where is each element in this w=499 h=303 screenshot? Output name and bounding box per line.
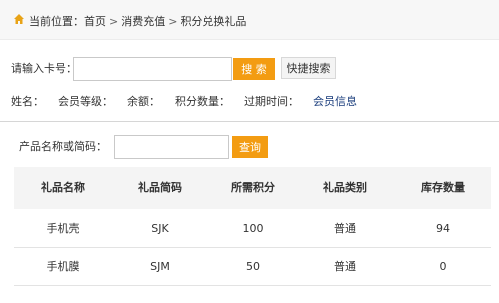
quick-search-button[interactable]: 快捷搜索 — [281, 57, 336, 79]
breadcrumb-text: 当前位置：首页 > 消费充值 > 积分兑换礼品 — [29, 13, 246, 29]
table-row[interactable]: 手机壳 SJK 100 普通 94 — [14, 210, 491, 248]
product-search-label: 产品名称或简码： — [19, 140, 107, 153]
breadcrumb: 当前位置：首页 > 消费充值 > 积分兑换礼品 — [0, 0, 499, 40]
breadcrumb-item-points-exchange: 积分兑换礼品 — [180, 15, 247, 28]
table-row[interactable]: 手机膜 SJM 50 普通 0 — [14, 248, 491, 286]
stock-cell: 94 — [436, 222, 450, 235]
gift-category-cell: 普通 — [334, 222, 356, 235]
member-info-link[interactable]: 会员信息 — [313, 93, 357, 109]
search-button[interactable]: 搜 索 — [233, 58, 275, 80]
balance-label: 余额： — [127, 95, 160, 108]
stock-cell: 0 — [439, 260, 447, 273]
gift-code-cell: SJK — [151, 222, 169, 235]
card-number-input[interactable] — [73, 57, 232, 81]
divider — [0, 121, 499, 122]
expiry-label: 过期时间： — [244, 95, 299, 108]
query-button[interactable]: 查询 — [232, 136, 268, 158]
points-label: 积分数量： — [175, 95, 230, 108]
column-header-required-points: 所需积分 — [231, 181, 275, 194]
column-header-gift-category: 礼品类别 — [323, 181, 367, 194]
gift-name-cell: 手机膜 — [46, 260, 80, 273]
breadcrumb-item-home[interactable]: 首页 — [84, 15, 106, 28]
gift-name-cell: 手机壳 — [46, 222, 80, 235]
card-search-row: 请输入卡号： 搜 索 快捷搜索 — [11, 57, 491, 81]
breadcrumb-separator: > — [168, 15, 178, 28]
required-points-cell: 50 — [246, 260, 260, 273]
column-header-gift-code: 礼品简码 — [138, 181, 182, 194]
gift-code-cell: SJM — [150, 260, 170, 273]
required-points-cell: 100 — [242, 222, 264, 235]
product-search-row: 产品名称或简码： 查询 — [19, 135, 499, 159]
home-icon[interactable] — [13, 13, 25, 25]
member-info-row: 姓名： 会员等级： 余额： 积分数量： 过期时间： 会员信息 — [11, 93, 491, 109]
name-label: 姓名： — [11, 95, 44, 108]
breadcrumb-separator: > — [109, 15, 119, 28]
member-level-label: 会员等级： — [58, 95, 113, 108]
column-header-stock: 库存数量 — [421, 181, 465, 194]
column-header-gift-name: 礼品名称 — [41, 181, 85, 194]
breadcrumb-location-label: 当前位置： — [29, 15, 84, 28]
gift-category-cell: 普通 — [334, 260, 356, 273]
card-number-label: 请输入卡号： — [11, 62, 77, 75]
product-search-input[interactable] — [114, 135, 229, 159]
table-header: 礼品名称 礼品简码 所需积分 礼品类别 库存数量 — [14, 167, 491, 209]
breadcrumb-item-recharge[interactable]: 消费充值 — [121, 15, 165, 28]
